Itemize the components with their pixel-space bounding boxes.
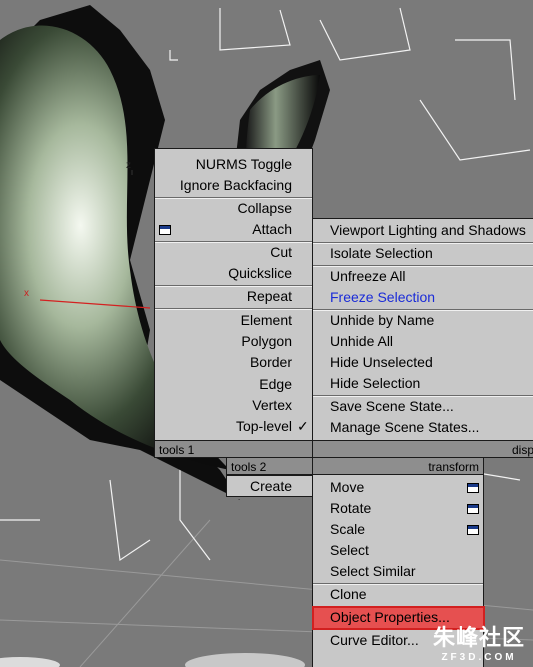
menu-item-vertex[interactable]: Vertex — [155, 395, 312, 416]
menu-item-collapse[interactable]: Collapse — [155, 198, 312, 219]
menu-item-top-level[interactable]: Top-level — [155, 416, 312, 437]
menu-item-repeat[interactable]: Repeat — [155, 286, 312, 307]
z-axis-label: z — [126, 160, 131, 171]
scale-settings-icon[interactable] — [467, 525, 479, 535]
menu-item-move[interactable]: Move — [313, 477, 483, 498]
watermark-brand: 朱峰社区 — [432, 625, 525, 650]
menu-item-save-scene-state[interactable]: Save Scene State... — [313, 396, 533, 417]
rotate-settings-icon[interactable] — [467, 504, 479, 514]
menu-item-manage-scene-states[interactable]: Manage Scene States... — [313, 417, 533, 438]
quad-header-tools2: tools 2 — [226, 457, 313, 475]
watermark-logo: 朱峰社区 ZF3D.COM — [433, 620, 525, 663]
menu-item-element[interactable]: Element — [155, 310, 312, 331]
menu-item-border[interactable]: Border — [155, 352, 312, 373]
watermark-site: ZF3D.COM — [441, 652, 517, 663]
menu-item-select[interactable]: Select — [313, 540, 483, 561]
tools2-panel: Create — [226, 475, 313, 497]
menu-item-attach[interactable]: Attach — [155, 219, 312, 240]
menu-item-rotate[interactable]: Rotate — [313, 498, 483, 519]
quad-menu-display: Viewport Lighting and Shadows Isolate Se… — [312, 218, 533, 458]
menu-item-scale[interactable]: Scale — [313, 519, 483, 540]
menu-item-cut[interactable]: Cut — [155, 242, 312, 263]
quad-header-display: disp — [312, 440, 533, 458]
quad-header-tools1: tools 1 — [154, 440, 313, 458]
menu-item-select-similar[interactable]: Select Similar — [313, 561, 483, 582]
menu-item-isolate-selection[interactable]: Isolate Selection — [313, 243, 533, 264]
menu-item-hide-selection[interactable]: Hide Selection — [313, 373, 533, 394]
menu-item-unhide-by-name[interactable]: Unhide by Name — [313, 310, 533, 331]
menu-item-edge[interactable]: Edge — [155, 374, 312, 395]
menu-item-unfreeze-all[interactable]: Unfreeze All — [313, 266, 533, 287]
quad-menu-tools2: tools 2 Create — [226, 457, 313, 499]
menu-item-hide-unselected[interactable]: Hide Unselected — [313, 352, 533, 373]
menu-item-quickslice[interactable]: Quickslice — [155, 263, 312, 284]
menu-item-unhide-all[interactable]: Unhide All — [313, 331, 533, 352]
menu-item-nurms-toggle[interactable]: NURMS Toggle — [155, 154, 312, 175]
menu-item-ignore-backfacing[interactable]: Ignore Backfacing — [155, 175, 312, 196]
quad-header-transform: transform — [312, 457, 484, 475]
menu-item-clone[interactable]: Clone — [313, 584, 483, 605]
quad-menu-tools1: NURMS Toggle Ignore Backfacing Collapse … — [154, 148, 313, 458]
menu-item-freeze-selection[interactable]: Freeze Selection — [313, 287, 533, 308]
menu-item-create[interactable]: Create — [227, 476, 312, 497]
move-settings-icon[interactable] — [467, 483, 479, 493]
attach-settings-icon[interactable] — [159, 225, 171, 235]
menu-item-polygon[interactable]: Polygon — [155, 331, 312, 352]
checkmark-icon: ✓ — [297, 418, 309, 434]
x-axis-label: x — [24, 288, 29, 299]
menu-item-viewport-lighting[interactable]: Viewport Lighting and Shadows — [313, 220, 533, 241]
